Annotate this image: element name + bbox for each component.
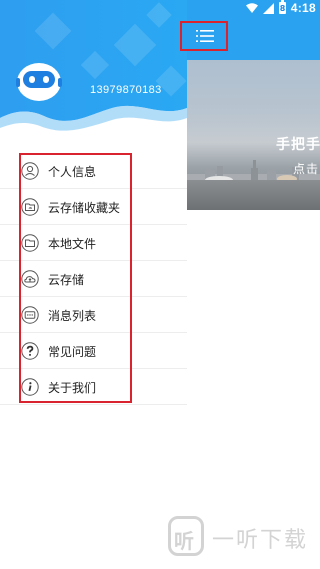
signal-icon xyxy=(262,2,274,14)
hamburger-menu-icon xyxy=(196,30,214,42)
wifi-icon xyxy=(245,3,258,13)
menu-highlight-box xyxy=(19,153,132,403)
watermark-badge: 听 xyxy=(168,516,204,556)
robot-avatar-icon[interactable] xyxy=(16,58,62,102)
ledge-graphic xyxy=(187,180,320,210)
watermark-text: 一听下载 xyxy=(212,528,309,553)
banner-headline: 手把手 xyxy=(276,137,320,153)
status-icons: 8 4:18 xyxy=(245,0,316,15)
main-content: 手把手 点击 xyxy=(187,0,320,569)
site-watermark: 听 一听下载 xyxy=(168,512,318,560)
status-bar: 8 4:18 xyxy=(0,0,320,16)
app-screen: 手把手 点击 8 4:18 13979870183 个人信息 云存储收藏夹 本地… xyxy=(0,0,320,569)
banner-image[interactable]: 手把手 点击 xyxy=(187,60,320,210)
battery-icon: 8 xyxy=(278,0,286,14)
clock: 4:18 xyxy=(290,1,316,15)
hamburger-menu-button[interactable] xyxy=(180,21,228,51)
banner-subline: 点击 xyxy=(293,162,320,176)
battery-level: 8 xyxy=(279,4,286,13)
watermark-badge-text: 听 xyxy=(174,529,194,553)
drawer-header: 13979870183 xyxy=(0,0,187,135)
user-phone-number: 13979870183 xyxy=(90,84,162,96)
